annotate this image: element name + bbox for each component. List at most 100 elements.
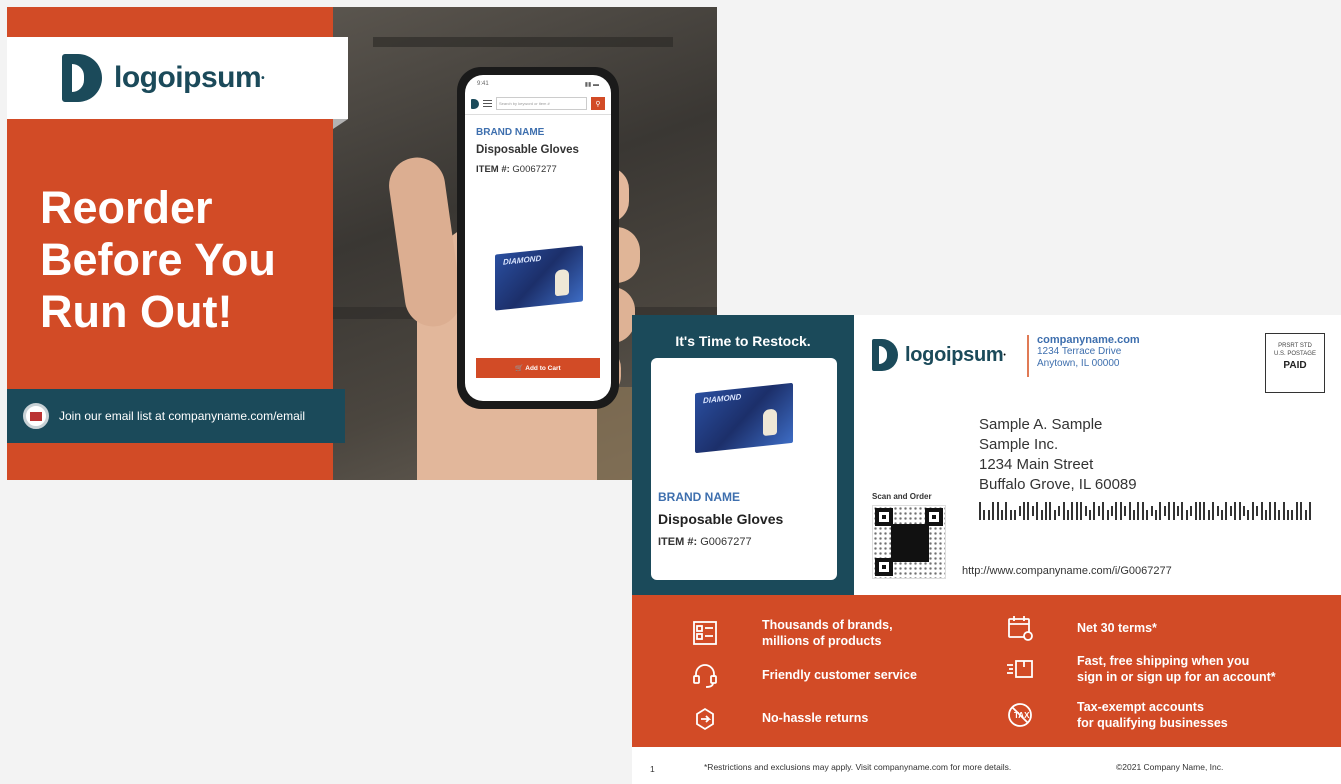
barcode-bar xyxy=(1084,506,1087,516)
barcode-bar xyxy=(1260,502,1263,520)
postcard-front: logoipsum • Reorder Before You Run Out! J… xyxy=(7,7,717,480)
phone-brand-name[interactable]: BRAND NAME xyxy=(476,127,611,138)
calendar-icon xyxy=(1005,613,1035,643)
barcode-bar xyxy=(1229,506,1232,516)
barcode-bar xyxy=(1172,502,1175,520)
barcode-bar xyxy=(1168,502,1171,520)
barcode-bar xyxy=(1102,502,1105,520)
barcode-bar xyxy=(1018,506,1021,516)
barcode-bar xyxy=(1212,502,1215,520)
email-signup-text: Join our email list at companyname.com/e… xyxy=(59,409,306,423)
front-headline: Reorder Before You Run Out! xyxy=(40,182,276,337)
barcode-bar xyxy=(1053,510,1056,520)
email-seal-icon xyxy=(23,403,49,429)
barcode-bar xyxy=(1111,506,1113,516)
barcode-bar xyxy=(1097,506,1100,516)
barcode-bar xyxy=(1150,506,1153,516)
shipping-box-icon xyxy=(1005,654,1035,684)
return-box-icon xyxy=(690,703,720,733)
barcode-bar xyxy=(1243,506,1245,516)
glove-box-image: DIAMOND xyxy=(495,245,583,311)
benefit-customer-service: Friendly customer service xyxy=(690,660,917,690)
barcode-bar xyxy=(1001,510,1003,520)
barcode-bar xyxy=(1045,502,1047,520)
barcode-bar xyxy=(1309,502,1311,520)
barcode-bar xyxy=(1300,502,1303,520)
phone-product-name: Disposable Gloves xyxy=(476,144,579,156)
logo-mark-icon xyxy=(872,339,898,371)
smartphone: 9:41 ▮▮ ▬ Search by keyword or item # ⚲ … xyxy=(457,67,619,409)
logo-mark-icon xyxy=(62,54,102,102)
catalog-icon xyxy=(690,618,720,648)
svg-text:TAX: TAX xyxy=(1014,711,1030,720)
phone-logo-icon[interactable] xyxy=(471,98,479,109)
barcode-bar xyxy=(1027,502,1030,520)
barcode-bar xyxy=(1282,502,1285,520)
copyright: ©2021 Company Name, Inc. xyxy=(1116,762,1224,772)
reorder-link[interactable]: http://www.companyname.com/i/G0067277 xyxy=(962,565,1172,577)
barcode-bar xyxy=(1137,502,1140,520)
barcode-bar xyxy=(1067,510,1069,520)
company-return-address: companyname.com 1234 Terrace Drive Anyto… xyxy=(1037,334,1140,369)
item-number: ITEM #: G0067277 xyxy=(658,536,752,548)
barcode-bar xyxy=(1181,502,1184,520)
barcode-bar xyxy=(979,502,981,520)
phone-search-input[interactable]: Search by keyword or item # xyxy=(496,97,587,110)
barcode-bar xyxy=(1177,506,1179,516)
barcode-bar xyxy=(1075,502,1078,520)
barcode-bar xyxy=(1216,506,1219,516)
cart-icon: 🛒 xyxy=(515,365,526,372)
barcode-bar xyxy=(1080,502,1083,520)
logo-text: logoipsum xyxy=(905,343,1004,366)
barcode-bar xyxy=(1031,506,1034,516)
barcode-bar xyxy=(1256,506,1259,516)
add-to-cart-button[interactable]: 🛒 Add to Cart xyxy=(476,358,600,378)
recipient-address: Sample A. Sample Sample Inc. 1234 Main S… xyxy=(979,416,1137,493)
barcode-bar xyxy=(1141,502,1144,520)
search-icon[interactable]: ⚲ xyxy=(591,97,605,110)
benefit-catalog: Thousands of brands, millions of product… xyxy=(690,617,893,649)
barcode-bar xyxy=(1269,502,1272,520)
page-number: 1 xyxy=(650,764,655,774)
barcode-bar xyxy=(1287,510,1289,520)
barcode-bar xyxy=(1225,502,1228,520)
benefit-net-terms: Net 30 terms* xyxy=(1005,613,1157,643)
brand-name: BRAND NAME xyxy=(658,490,740,504)
product-card: DIAMOND BRAND NAME Disposable Gloves ITE… xyxy=(651,358,837,580)
barcode-bar xyxy=(1273,502,1276,520)
barcode-bar xyxy=(1049,502,1052,520)
barcode-bar xyxy=(1036,502,1039,520)
phone-screen: 9:41 ▮▮ ▬ Search by keyword or item # ⚲ … xyxy=(465,75,611,401)
barcode-bar xyxy=(1251,502,1254,520)
barcode-bar xyxy=(1071,502,1074,520)
barcode-bar xyxy=(1106,510,1109,520)
barcode-bar xyxy=(987,510,990,520)
barcode-bar xyxy=(1128,502,1131,520)
email-signup-bar: Join our email list at companyname.com/e… xyxy=(7,389,345,443)
postcard-back: It's Time to Restock. DIAMOND BRAND NAME… xyxy=(632,315,1341,784)
restock-heading: It's Time to Restock. xyxy=(675,333,811,349)
barcode-bar xyxy=(1203,502,1206,520)
barcode-bar xyxy=(1199,502,1201,520)
back-logo: logoipsum • xyxy=(872,339,1006,371)
barcode-bar xyxy=(1238,502,1241,520)
barcode-bar xyxy=(1163,506,1166,516)
phone-status-bar: 9:41 ▮▮ ▬ xyxy=(477,81,599,88)
barcode-bar xyxy=(1247,510,1250,520)
barcode-bar xyxy=(992,502,995,520)
barcode-bar xyxy=(1089,510,1091,520)
hamburger-menu-icon[interactable] xyxy=(483,100,492,107)
barcode-bar xyxy=(1207,510,1210,520)
barcode-bar xyxy=(1221,510,1223,520)
barcode-bar xyxy=(1155,510,1157,520)
barcode-bar xyxy=(1234,502,1237,520)
barcode-bar xyxy=(1190,506,1193,516)
qr-code[interactable] xyxy=(872,505,946,579)
no-tax-icon: TAX xyxy=(1005,700,1035,730)
benefit-tax-exempt: TAX Tax-exempt accounts for qualifying b… xyxy=(1005,699,1228,731)
phone-item-number: ITEM #: G0067277 xyxy=(476,164,557,175)
scan-label: Scan and Order xyxy=(872,492,932,501)
barcode-bar xyxy=(1115,502,1118,520)
barcode-bar xyxy=(996,502,999,520)
benefit-returns: No-hassle returns xyxy=(690,703,868,733)
